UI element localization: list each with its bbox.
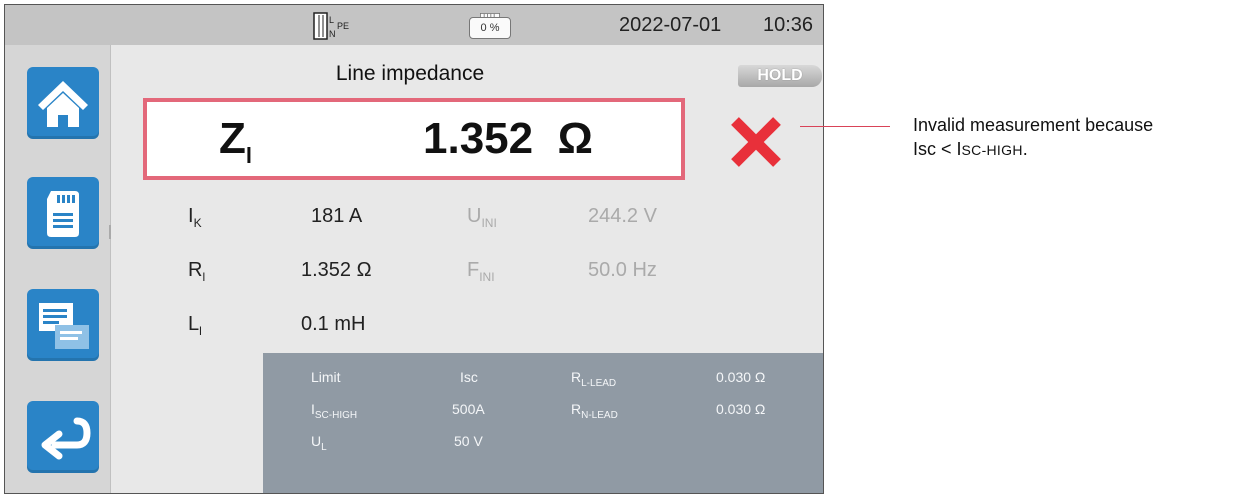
status-bar: L N PE 0 % 2022-07-01 10:36	[5, 5, 823, 45]
uini-label: UINI	[467, 205, 497, 230]
ul-label: UL	[311, 433, 327, 453]
ll-label: Ll	[188, 313, 202, 338]
rl-label: Rl	[188, 259, 206, 284]
rn-lead-value: 0.030 Ω	[716, 401, 766, 417]
home-button[interactable]	[27, 67, 99, 139]
callout-line-2: Isc < ISC-HIGH.	[913, 139, 1028, 159]
battery-level: 0 %	[480, 22, 500, 34]
circuit-pe-label: PE	[337, 21, 349, 31]
status-time: 10:36	[763, 14, 814, 36]
limit-label: Limit	[311, 369, 341, 385]
ik-value: 181 A	[311, 205, 363, 227]
main-measurement-box: Zl 1.352 Ω	[143, 98, 685, 180]
sidebar-divider	[109, 225, 111, 239]
memory-button[interactable]	[27, 177, 99, 249]
sd-card-icon	[47, 191, 79, 237]
uini-value: 244.2 V	[588, 205, 657, 227]
page-title: Line impedance	[335, 62, 485, 85]
invalid-cross-icon	[731, 117, 781, 167]
ik-label: IK	[188, 205, 202, 230]
device-screen: L N PE 0 % 2022-07-01 10:36 Line impedan…	[4, 4, 824, 494]
isc-high-value: 500A	[452, 401, 485, 417]
circuit-l-label: L	[329, 15, 334, 25]
isc-high-label: ISC-HIGH	[311, 401, 358, 421]
fini-value: 50.0 Hz	[588, 259, 657, 281]
callout-annotation: Invalid measurement because Isc < ISC-HI…	[913, 113, 1153, 162]
circuit-n-label: N	[329, 29, 336, 39]
fini-label: FINI	[467, 259, 495, 284]
sidebar	[5, 45, 111, 493]
ul-value: 50 V	[454, 433, 483, 449]
main-measurement-symbol: Zl	[219, 114, 253, 168]
home-icon	[38, 81, 88, 127]
circuit-connection-icon: L N PE	[313, 12, 349, 40]
limit-value: Isc	[460, 369, 478, 385]
parameters-panel: Limit Isc ISC-HIGH 500A UL 50 V RL-LEAD …	[263, 353, 823, 493]
rl-value: 1.352 Ω	[301, 259, 372, 281]
back-button[interactable]	[27, 401, 99, 473]
rn-lead-label: RN-LEAD	[571, 401, 618, 421]
back-arrow-icon	[41, 417, 91, 460]
callout-line	[800, 126, 890, 127]
rl-lead-value: 0.030 Ω	[716, 369, 766, 385]
records-icon	[39, 303, 89, 349]
ll-value: 0.1 mH	[301, 313, 366, 335]
records-button[interactable]	[27, 289, 99, 361]
hold-badge: HOLD	[738, 65, 822, 87]
status-date: 2022-07-01	[619, 14, 722, 36]
rl-lead-label: RL-LEAD	[571, 369, 617, 389]
callout-line-1: Invalid measurement because	[913, 115, 1154, 135]
battery-indicator: 0 %	[469, 13, 513, 43]
main-measurement-value: 1.352 Ω	[423, 114, 593, 163]
